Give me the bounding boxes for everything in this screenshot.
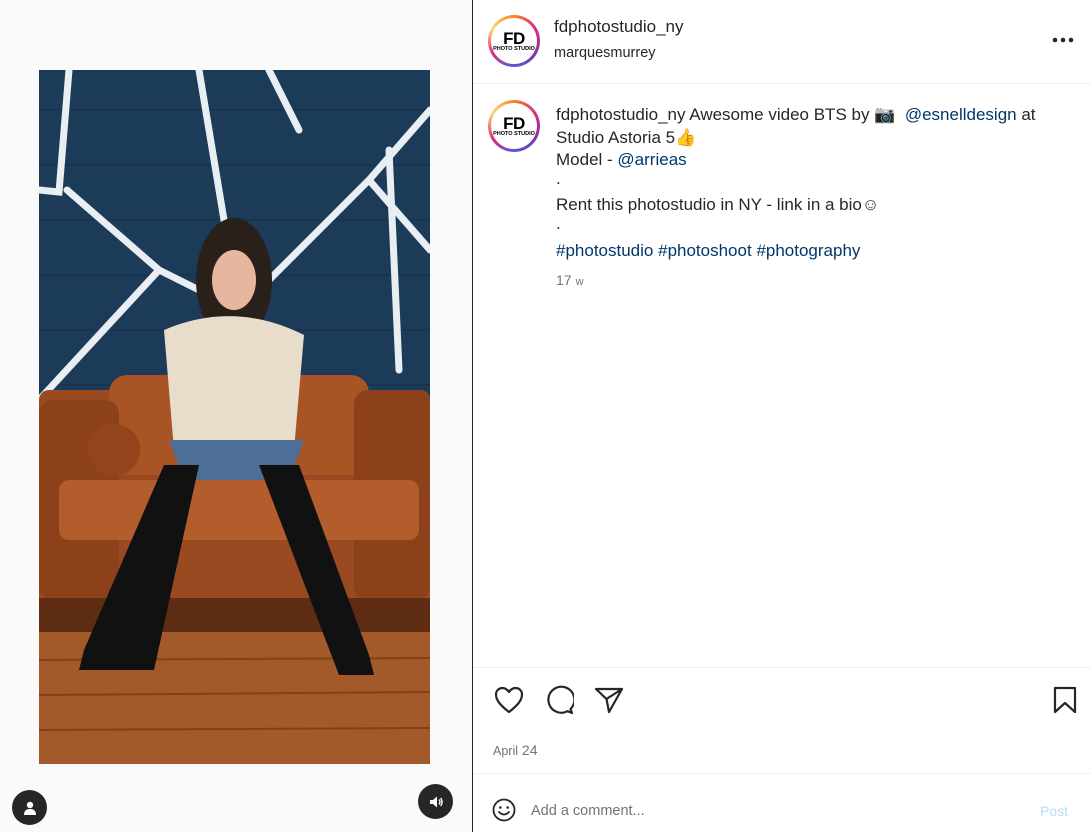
paper-plane-icon — [594, 687, 624, 714]
comment-bubble-icon — [547, 685, 574, 715]
caption-time-ago[interactable]: 17 w — [556, 272, 584, 288]
caption-text: at — [1021, 105, 1036, 124]
hashtag-link[interactable]: #photoshoot — [658, 241, 752, 260]
time-ago-value: 17 — [556, 272, 572, 288]
user-icon — [23, 801, 36, 815]
header-username[interactable]: fdphotostudio_ny — [554, 17, 684, 37]
post-caption: fdphotostudio_ny Awesome video BTS by 📷 … — [556, 104, 1066, 262]
media-pane — [0, 0, 472, 832]
avatar-logo-subtext: PHOTO STUDIO — [493, 45, 535, 52]
caption-username[interactable]: fdphotostudio_ny — [556, 105, 686, 124]
thumbs-up-emoji: 👍 — [675, 127, 697, 147]
tagged-users-button[interactable] — [12, 790, 47, 825]
comment-button[interactable] — [541, 682, 577, 718]
emoji-picker-button[interactable] — [491, 797, 517, 823]
comment-input[interactable] — [531, 799, 1011, 823]
camera-emoji: 📷 — [874, 105, 896, 124]
bookmark-icon — [1053, 686, 1077, 714]
hashtag-link[interactable]: #photostudio — [556, 241, 653, 260]
caption-text: Awesome video BTS by — [689, 105, 870, 124]
caption-text: Rent this photostudio in NY - link in a … — [556, 195, 862, 215]
mention-link[interactable]: @esnelldesign — [905, 105, 1017, 124]
post-comment-button[interactable]: Post — [1040, 803, 1068, 819]
post-date-month: April — [493, 744, 519, 758]
post-date[interactable]: April 24 — [493, 742, 537, 758]
time-ago-unit: w — [575, 276, 584, 288]
heart-icon — [494, 686, 524, 714]
avatar-logo-text: FD — [503, 28, 525, 48]
post-side-panel: FD PHOTO STUDIO fdphotostudio_ny marques… — [473, 0, 1091, 832]
speaker-icon — [429, 796, 443, 807]
caption-avatar[interactable]: FD PHOTO STUDIO — [488, 100, 540, 152]
caption-dot: . — [556, 213, 561, 233]
mention-link[interactable]: @arrieas — [617, 150, 686, 169]
more-horizontal-icon — [1052, 37, 1074, 43]
header-avatar[interactable]: FD PHOTO STUDIO — [488, 15, 540, 67]
smiley-icon — [492, 798, 516, 822]
avatar-logo-text: FD — [503, 113, 525, 133]
more-options-button[interactable] — [1051, 28, 1075, 52]
smile-emoji: ☺ — [861, 195, 880, 215]
save-button[interactable] — [1047, 682, 1083, 718]
caption-text: Studio Astoria 5 — [556, 127, 676, 147]
avatar-logo-subtext: PHOTO STUDIO — [493, 130, 535, 137]
video-frame — [39, 70, 430, 764]
comment-bar: Post — [473, 775, 1091, 832]
like-button[interactable] — [491, 682, 527, 718]
post-date-day: 24 — [521, 742, 538, 758]
hashtag-link[interactable]: #photography — [756, 241, 860, 260]
audio-toggle-button[interactable] — [418, 784, 453, 819]
post-actions: April 24 — [473, 667, 1091, 774]
video-player[interactable] — [39, 70, 430, 764]
share-button[interactable] — [591, 682, 627, 718]
header-subtitle[interactable]: marquesmurrey — [554, 45, 656, 61]
caption-dot: . — [556, 168, 561, 188]
post-header: FD PHOTO STUDIO fdphotostudio_ny marques… — [473, 0, 1091, 84]
caption-text: Model - — [556, 150, 613, 170]
